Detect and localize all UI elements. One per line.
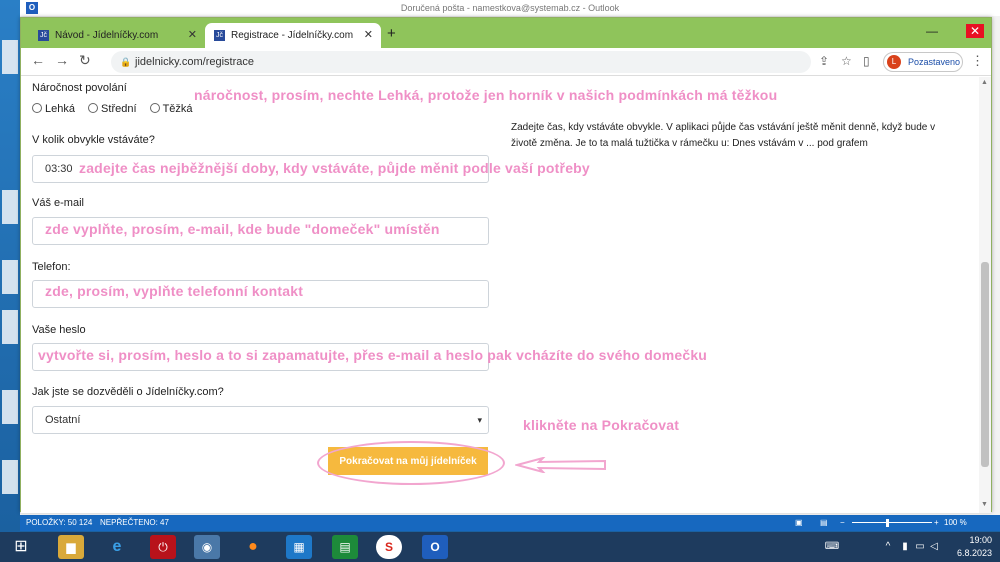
favicon-icon: Jč [38,30,49,41]
annotation-phone: zde, prosím, vyplňte telefonní kontakt [45,283,304,299]
reload-icon[interactable]: ↻ [79,52,91,69]
browser-toolbar: ← → ↻ 🔒 jidelnicky.com/registrace ⇪ ☆ ▯ … [21,48,991,76]
scroll-down-icon[interactable]: ▼ [981,501,988,508]
password-label: Vaše heslo [32,324,86,336]
clock-time: 19:00 [969,535,992,545]
tab-label: Návod - Jídelníčky.com [55,30,159,41]
close-icon[interactable]: ✕ [188,23,197,48]
zoom-out-icon[interactable]: − [840,515,845,531]
status-items: POLOŽKY: 50 124 [26,518,93,527]
clock[interactable]: 19:00 6.8.2023 [957,534,992,560]
lock-icon: 🔒 [120,57,132,67]
window-close-icon[interactable]: ✕ [966,24,985,38]
outlook-logo-icon: O [26,2,38,14]
annotation-click: klikněte na Pokračovat [523,417,680,433]
clock-date: 6.8.2023 [956,548,992,558]
desktop-icon[interactable] [2,260,18,294]
profile-label: Pozastaveno [908,57,961,67]
profile-button[interactable]: L Pozastaveno [883,52,963,72]
windows-start-icon[interactable]: ⊞ [8,535,34,559]
zoom-slider[interactable] [852,522,932,523]
file-explorer-icon[interactable]: ▆ [58,535,84,559]
app-s-icon[interactable]: S [376,535,402,559]
tab-bar: Jč Návod - Jídelníčky.com ✕ Jč Registrac… [21,18,991,48]
page-content: Náročnost povolání Lehká Střední Těžká V… [21,77,979,513]
desktop-icon[interactable] [2,460,18,494]
internet-explorer-icon[interactable]: e [104,535,130,559]
radio-lehka[interactable]: Lehká [32,103,75,115]
battery-icon[interactable]: ▮ [898,535,912,559]
menu-icon[interactable]: ⋮ [971,53,984,69]
outlook-icon[interactable]: O [422,535,448,559]
email-label: Váš e-mail [32,197,84,209]
radio-circle-icon[interactable] [32,103,42,113]
avatar: L [887,55,901,69]
zoom-slider-thumb[interactable] [886,519,889,527]
outlook-titlebar: O Doručená pošta - namestkova@systemab.c… [20,0,1000,16]
annotation-password: vytvořte si, prosím, heslo a to si zapam… [38,347,708,363]
annotation-wake: zadejte čas nejběžnější doby, kdy vstává… [79,160,590,176]
outlook-statusbar: POLOŽKY: 50 124 NEPŘEČTENO: 47 ▣ ▤ − + 1… [20,515,1000,531]
minimize-icon[interactable]: — [926,24,938,38]
source-label: Jak jste se dozvěděli o Jídelníčky.com? [32,386,224,398]
wake-label: V kolik obvykle vstáváte? [32,134,155,146]
url-text: jidelnicky.com/registrace [135,56,255,68]
scroll-thumb[interactable] [981,262,989,467]
outlook-title: Doručená pošta - namestkova@systemab.cz … [400,3,620,13]
shutdown-icon[interactable]: ⏻ [150,535,176,559]
phone-label: Telefon: [32,261,71,273]
source-selected: Ostatní [45,414,81,426]
tab-label: Registrace - Jídelníčky.com [231,30,354,41]
volume-icon[interactable]: ◁ [927,535,941,559]
zoom-in-icon[interactable]: + [934,515,939,531]
tray-chevron-icon[interactable]: ^ [880,535,896,559]
annotation-email: zde vyplňte, prosím, e-mail, kde bude "d… [45,221,440,237]
bookmark-star-icon[interactable]: ☆ [841,54,852,68]
chevron-down-icon: ▾ [477,415,482,425]
back-arrow-icon[interactable]: ← [31,52,45,68]
scroll-up-icon[interactable]: ▲ [981,79,988,86]
desktop-icon[interactable] [2,310,18,344]
chrome-icon[interactable]: ◉ [194,535,220,559]
new-tab-button[interactable]: + [387,25,396,42]
keyboard-icon[interactable]: ⌨ [820,535,844,559]
taskbar: ⊞ ▆ e ⏻ ◉ ● ▦ ▤ S O ⌨ ^ ▮ ▭ ◁ 19:00 6.8.… [0,532,1000,562]
annotation-difficulty: náročnost, prosím, nechte Lehká, protože… [194,87,778,103]
radio-stredni[interactable]: Střední [88,103,137,115]
page-scrollbar[interactable]: ▲ ▼ [979,77,991,513]
side-panel-icon[interactable]: ▯ [863,54,870,68]
pointer-arrow-icon [515,457,606,473]
remote-desktop-icon[interactable]: ▦ [286,535,312,559]
difficulty-label: Náročnost povolání [32,82,127,94]
share-icon[interactable]: ⇪ [819,54,829,68]
highlight-ellipse [317,441,505,485]
address-bar[interactable]: 🔒 jidelnicky.com/registrace [111,51,811,73]
help-text: Zadejte čas, kdy vstáváte obvykle. V apl… [511,122,936,149]
desktop-icon[interactable] [2,190,18,224]
desktop-icon[interactable] [2,390,18,424]
view-reading-icon[interactable]: ▤ [820,515,828,531]
zoom-level[interactable]: 100 % [944,515,967,531]
status-unread: NEPŘEČTENO: 47 [100,518,169,527]
radio-circle-icon[interactable] [149,103,160,113]
calculator-icon[interactable]: ▤ [332,535,358,559]
tab-navod[interactable]: Jč Návod - Jídelníčky.com ✕ [29,23,205,48]
radio-tezka[interactable]: Těžká [149,103,193,115]
network-icon[interactable]: ▭ [913,535,927,559]
browser-window: Jč Návod - Jídelníčky.com ✕ Jč Registrac… [20,17,992,513]
view-normal-icon[interactable]: ▣ [795,515,803,531]
source-select[interactable]: Ostatní ▾ [32,406,489,434]
close-icon[interactable]: ✕ [364,23,373,48]
radio-circle-icon[interactable] [88,103,99,113]
tab-registrace[interactable]: Jč Registrace - Jídelníčky.com ✕ [205,23,381,48]
forward-arrow-icon[interactable]: → [55,52,69,68]
firefox-icon[interactable]: ● [240,535,266,559]
difficulty-radio-group: Lehká Střední Těžká [32,103,203,115]
desktop-icon[interactable] [2,40,18,74]
favicon-icon: Jč [214,30,225,41]
